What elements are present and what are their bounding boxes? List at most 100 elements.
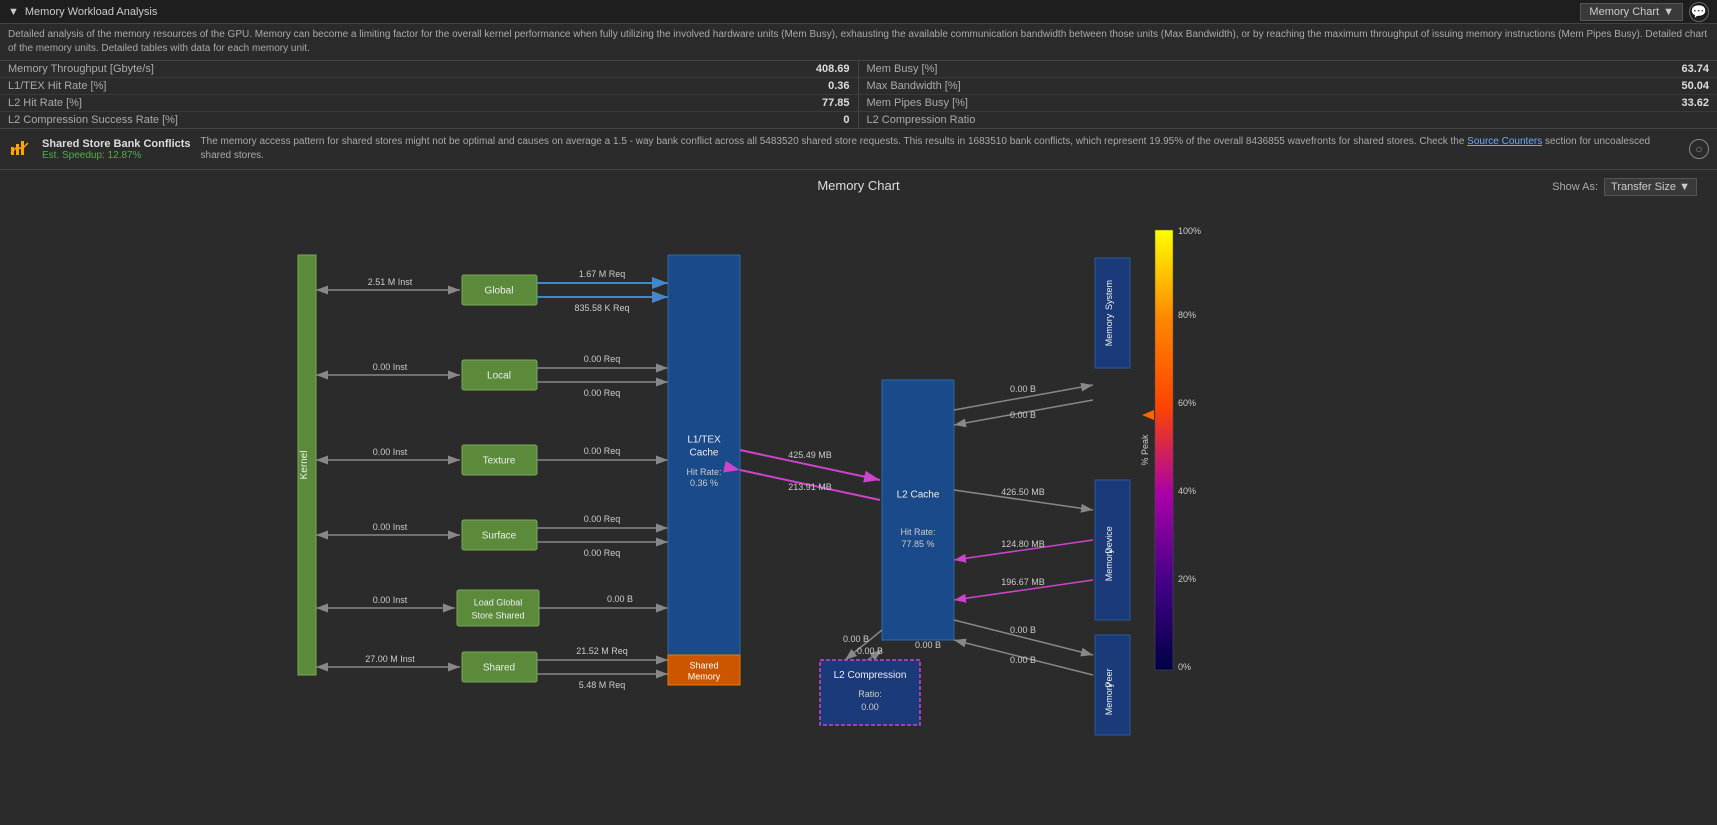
- show-as-dropdown[interactable]: Transfer Size ▼: [1604, 178, 1697, 196]
- svg-text:1.67 M Req: 1.67 M Req: [579, 269, 626, 279]
- metric-row: Mem Busy [%] 63.74: [859, 61, 1717, 78]
- metric-label-l2comp: L2 Compression Success Rate [%]: [8, 114, 178, 126]
- svg-text:0.00 B: 0.00 B: [1010, 655, 1036, 665]
- svg-text:Load Global: Load Global: [474, 597, 523, 607]
- svg-text:2.51 M Inst: 2.51 M Inst: [368, 277, 413, 287]
- metric-value-maxbw: 50.04: [1681, 80, 1709, 92]
- svg-text:426.50 MB: 426.50 MB: [1001, 487, 1045, 497]
- svg-text:0.00 Inst: 0.00 Inst: [373, 595, 408, 605]
- show-as-section: Show As: Transfer Size ▼: [1552, 178, 1697, 196]
- metric-row: Max Bandwidth [%] 50.04: [859, 78, 1717, 95]
- metric-value-mempipes: 33.62: [1681, 97, 1709, 109]
- svg-text:0.00 Inst: 0.00 Inst: [373, 362, 408, 372]
- metrics-section: Memory Throughput [Gbyte/s] 408.69 L1/TE…: [0, 61, 1717, 129]
- metric-label-l2hitrate: L2 Hit Rate [%]: [8, 97, 82, 109]
- metrics-left: Memory Throughput [Gbyte/s] 408.69 L1/TE…: [0, 61, 859, 128]
- svg-text:196.67 MB: 196.67 MB: [1001, 577, 1045, 587]
- chart-dropdown-label: Memory Chart: [1589, 6, 1659, 18]
- metric-row: L2 Compression Ratio: [859, 112, 1717, 128]
- title-bar: ▼ Memory Workload Analysis Memory Chart …: [0, 0, 1717, 24]
- svg-text:425.49 MB: 425.49 MB: [788, 450, 832, 460]
- svg-text:0.00 Req: 0.00 Req: [584, 514, 621, 524]
- svg-text:20%: 20%: [1178, 574, 1196, 584]
- svg-text:0.00 Req: 0.00 Req: [584, 446, 621, 456]
- metrics-right: Mem Busy [%] 63.74 Max Bandwidth [%] 50.…: [859, 61, 1717, 128]
- metric-row: L2 Compression Success Rate [%] 0: [0, 112, 858, 128]
- title-left: ▼ Memory Workload Analysis: [8, 6, 157, 18]
- svg-text:0.00 B: 0.00 B: [1010, 625, 1036, 635]
- metric-value-membusy: 63.74: [1681, 63, 1709, 75]
- svg-text:Surface: Surface: [482, 531, 517, 542]
- alert-title: Shared Store Bank Conflicts: [42, 138, 191, 150]
- metric-label-l2compratio: L2 Compression Ratio: [867, 114, 976, 126]
- svg-text:Hit Rate:: Hit Rate:: [686, 467, 721, 477]
- svg-text:124.80 MB: 124.80 MB: [1001, 539, 1045, 549]
- svg-text:77.85 %: 77.85 %: [901, 539, 934, 549]
- svg-text:835.58 K Req: 835.58 K Req: [574, 303, 629, 313]
- svg-text:Memory: Memory: [1104, 682, 1114, 715]
- kernel-label: Kernel: [299, 451, 310, 480]
- metric-label-membusy: Mem Busy [%]: [867, 63, 938, 75]
- alert-chart-icon: [8, 137, 32, 161]
- svg-text:Cache: Cache: [690, 448, 719, 459]
- dropdown-arrow-icon: ▼: [8, 6, 19, 18]
- svg-text:0.00 Req: 0.00 Req: [584, 388, 621, 398]
- svg-text:0.36 %: 0.36 %: [690, 478, 718, 488]
- svg-text:0.00 B: 0.00 B: [843, 634, 869, 644]
- alert-title-block: Shared Store Bank Conflicts Est. Speedup…: [42, 138, 191, 161]
- svg-text:60%: 60%: [1178, 398, 1196, 408]
- metric-value-l1hitrate: 0.36: [828, 80, 849, 92]
- metric-label-throughput: Memory Throughput [Gbyte/s]: [8, 63, 154, 75]
- svg-text:0.00: 0.00: [861, 702, 879, 712]
- metric-value-l2comp: 0: [843, 114, 849, 126]
- svg-text:0.00 B: 0.00 B: [1010, 384, 1036, 394]
- metric-value-l2hitrate: 77.85: [822, 97, 850, 109]
- svg-text:Store Shared: Store Shared: [471, 610, 524, 620]
- chart-type-dropdown[interactable]: Memory Chart ▼: [1580, 3, 1683, 21]
- svg-text:27.00 M Inst: 27.00 M Inst: [365, 654, 415, 664]
- metric-label-l1hitrate: L1/TEX Hit Rate [%]: [8, 80, 106, 92]
- metric-label-mempipes: Mem Pipes Busy [%]: [867, 97, 968, 109]
- memory-chart-diagram: Kernel Global 2.51 M Inst 1.67 M Req 835…: [0, 200, 1717, 750]
- svg-text:Texture: Texture: [483, 456, 516, 467]
- info-text: Detailed analysis of the memory resource…: [8, 29, 1707, 54]
- alert-description: The memory access pattern for shared sto…: [201, 135, 1679, 163]
- svg-text:40%: 40%: [1178, 486, 1196, 496]
- metric-row: Mem Pipes Busy [%] 33.62: [859, 95, 1717, 112]
- show-as-arrow: ▼: [1679, 181, 1690, 193]
- svg-text:0%: 0%: [1178, 662, 1191, 672]
- svg-text:213.91 MB: 213.91 MB: [788, 482, 832, 492]
- title-right: Memory Chart ▼ 💬: [1580, 2, 1709, 22]
- svg-text:Local: Local: [487, 371, 511, 382]
- alert-section: Shared Store Bank Conflicts Est. Speedup…: [0, 129, 1717, 170]
- svg-text:Ratio:: Ratio:: [858, 689, 882, 699]
- svg-text:L2 Compression: L2 Compression: [834, 670, 907, 681]
- svg-text:Global: Global: [485, 286, 514, 297]
- chart-dropdown-arrow: ▼: [1663, 6, 1674, 18]
- svg-text:% Peak: % Peak: [1140, 434, 1150, 466]
- svg-text:0.00 Inst: 0.00 Inst: [373, 522, 408, 532]
- svg-text:0.00 B: 0.00 B: [607, 594, 633, 604]
- alert-close-button[interactable]: ○: [1689, 139, 1709, 159]
- svg-text:21.52 M Req: 21.52 M Req: [576, 646, 628, 656]
- svg-text:Memory: Memory: [1104, 548, 1114, 581]
- chart-area: Memory Chart Show As: Transfer Size ▼: [0, 170, 1717, 750]
- alert-text-before-link: The memory access pattern for shared sto…: [201, 136, 1468, 147]
- svg-text:0.00 B: 0.00 B: [915, 640, 941, 650]
- chart-title: Memory Chart: [0, 170, 1717, 197]
- chat-icon[interactable]: 💬: [1689, 2, 1709, 22]
- svg-text:Memory: Memory: [1104, 313, 1114, 346]
- svg-text:0.00 Req: 0.00 Req: [584, 354, 621, 364]
- svg-text:0.00 B: 0.00 B: [1010, 410, 1036, 420]
- source-counters-link[interactable]: Source Counters: [1467, 136, 1542, 147]
- svg-text:80%: 80%: [1178, 310, 1196, 320]
- svg-text:System: System: [1104, 280, 1114, 310]
- metric-row: Memory Throughput [Gbyte/s] 408.69: [0, 61, 858, 78]
- svg-text:L1/TEX: L1/TEX: [687, 435, 721, 446]
- info-section: Detailed analysis of the memory resource…: [0, 24, 1717, 61]
- svg-text:Memory: Memory: [688, 671, 721, 681]
- svg-text:Shared: Shared: [689, 660, 718, 670]
- metric-row: L1/TEX Hit Rate [%] 0.36: [0, 78, 858, 95]
- metric-label-maxbw: Max Bandwidth [%]: [867, 80, 961, 92]
- svg-text:5.48 M Req: 5.48 M Req: [579, 680, 626, 690]
